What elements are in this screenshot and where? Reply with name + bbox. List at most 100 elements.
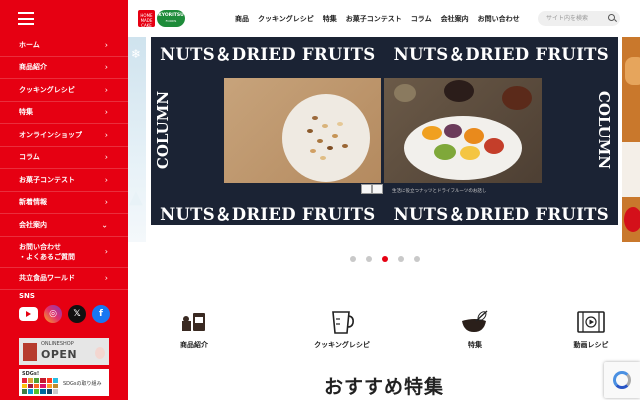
carousel-dot[interactable] xyxy=(350,256,356,262)
sidebar-item-column[interactable]: コラム › xyxy=(0,147,128,169)
instagram-icon[interactable]: ◎ xyxy=(44,305,62,323)
topnav-column[interactable]: コラム xyxy=(411,14,432,24)
fruit-plate xyxy=(404,116,522,180)
chevron-right-icon: › xyxy=(104,152,108,162)
sdgs-text: SDGsの取り組み xyxy=(63,381,102,387)
recaptcha-badge[interactable] xyxy=(604,362,640,398)
online-shop-banner[interactable]: ONLINESHOP OPEN xyxy=(19,338,109,365)
sidebar-item-features[interactable]: 特集 › xyxy=(0,102,128,124)
carousel-dots xyxy=(350,256,420,262)
hamburger-menu-icon[interactable] xyxy=(18,12,34,25)
facebook-icon[interactable]: f xyxy=(92,305,110,323)
topnav-products[interactable]: 商品 xyxy=(235,14,249,24)
sidebar-item-home[interactable]: ホーム › xyxy=(0,34,128,57)
category-label: クッキングレシピ xyxy=(314,341,370,349)
sidebar-item-online-shop[interactable]: オンラインショップ › xyxy=(0,124,128,147)
slide-caption: 生活に役立つナッツとドライフルーツのお話し xyxy=(392,189,487,194)
category-features[interactable]: 特集 xyxy=(435,309,515,350)
carousel-dot[interactable] xyxy=(414,256,420,262)
sidebar-item-recipes[interactable]: クッキングレシピ › xyxy=(0,79,128,102)
chevron-right-icon: › xyxy=(104,197,108,207)
logo-red-text: HOME MADE CAKE xyxy=(140,13,153,28)
category-products[interactable]: 商品紹介 xyxy=(154,309,234,350)
dried-fruits-photo xyxy=(384,78,542,183)
top-nav: 商品 クッキングレシピ 特集 お菓子コンテスト コラム 会社案内 お問い合わせ xyxy=(235,14,520,24)
search-icon[interactable] xyxy=(608,14,615,21)
carousel-prev-slide[interactable]: ❄ ▲ xyxy=(128,37,146,242)
tree-icon: ▲ xyxy=(129,187,143,208)
sdgs-goals-icon xyxy=(22,378,58,394)
video-film-icon xyxy=(576,309,606,335)
sdgs-banner[interactable]: SDGs! SDGsの取り組み xyxy=(19,369,109,396)
measuring-cup-icon xyxy=(327,309,357,335)
column-text: COLUMN xyxy=(595,90,614,170)
sidebar-item-world[interactable]: 共立食品ワールド › xyxy=(0,268,128,290)
chevron-down-icon[interactable]: ⌄ xyxy=(101,220,108,229)
sidebar-item-label: お問い合わせ ・よくあるご質問 xyxy=(19,242,75,261)
slide-headline-top: NUTS＆DRIED FRUITS NUTS＆DRIED FRUITS xyxy=(151,41,618,65)
headline-text: NUTS＆DRIED FRUITS xyxy=(160,205,376,224)
glass-image xyxy=(622,142,640,197)
column-text: COLUMN xyxy=(154,90,173,170)
sidebar-item-label: 特集 xyxy=(19,108,33,117)
logo-green-text: KYORITSU xyxy=(158,13,184,18)
chevron-right-icon: › xyxy=(104,40,108,50)
open-book-icon xyxy=(361,184,385,196)
chevron-right-icon: › xyxy=(104,246,108,256)
sidebar-item-label: 共立食品ワールド xyxy=(19,274,75,283)
headline-text: NUTS＆DRIED FRUITS xyxy=(393,205,609,224)
x-icon[interactable]: 𝕏 xyxy=(68,305,86,323)
carousel-dot[interactable] xyxy=(366,256,372,262)
sns-label: SNS xyxy=(19,292,35,300)
topnav-contest[interactable]: お菓子コンテスト xyxy=(346,14,402,24)
homemade-cake-logo[interactable]: HOME MADE CAKE xyxy=(138,10,155,28)
column-label-left: COLUMN xyxy=(153,85,173,175)
sidebar-item-contact[interactable]: お問い合わせ ・よくあるご質問 › xyxy=(0,237,128,268)
chevron-right-icon: › xyxy=(104,175,108,185)
chevron-right-icon: › xyxy=(104,85,108,95)
topnav-company[interactable]: 会社案内 xyxy=(441,14,469,24)
sidebar-item-label: お菓子コンテスト xyxy=(19,175,75,184)
banner-shop-small: ONLINESHOP xyxy=(41,341,74,347)
chevron-right-icon: › xyxy=(104,107,108,117)
headline-text: NUTS＆DRIED FRUITS xyxy=(160,45,376,64)
carousel-dot[interactable] xyxy=(398,256,404,262)
carousel-next-slide[interactable] xyxy=(622,37,640,242)
category-video-recipes[interactable]: 動画レシピ xyxy=(551,309,631,350)
carousel-dot-active[interactable] xyxy=(382,256,388,262)
topnav-features[interactable]: 特集 xyxy=(323,14,337,24)
topnav-recipes[interactable]: クッキングレシピ xyxy=(258,14,314,24)
sidebar-item-company[interactable]: 会社案内 ⌄ xyxy=(0,214,128,237)
sidebar-item-news[interactable]: 新着情報 › xyxy=(0,192,128,214)
search-input[interactable]: サイト内を検索 xyxy=(538,11,620,26)
nuts-photo xyxy=(224,78,381,183)
sidebar-item-label: 会社案内 xyxy=(19,220,47,229)
banner-shop-big: OPEN xyxy=(41,348,78,361)
category-label: 特集 xyxy=(468,341,482,349)
chevron-right-icon: › xyxy=(104,130,108,140)
youtube-icon[interactable] xyxy=(19,307,38,321)
column-label-right: COLUMN xyxy=(594,85,614,175)
sidebar-item-label: オンラインショップ xyxy=(19,130,82,139)
kyoritsu-logo[interactable]: KYORITSU FOODS xyxy=(157,10,185,27)
sidebar-item-contest[interactable]: お菓子コンテスト › xyxy=(0,169,128,192)
mascot-icon xyxy=(95,347,105,359)
sdgs-title: SDGs! xyxy=(22,371,40,377)
category-recipes[interactable]: クッキングレシピ xyxy=(302,309,382,350)
nuts-plate xyxy=(282,94,370,182)
sidebar-item-label: 商品紹介 xyxy=(19,63,47,72)
snowflake-icon: ❄ xyxy=(131,47,142,61)
sidebar-item-products[interactable]: 商品紹介 › xyxy=(0,57,128,79)
sidebar: ホーム › 商品紹介 › クッキングレシピ › 特集 › オンラインショップ › コラム ›… xyxy=(0,0,128,400)
topnav-contact[interactable]: お問い合わせ xyxy=(478,14,520,24)
top-header: HOME MADE CAKE KYORITSU FOODS 商品 クッキングレシピ… xyxy=(128,0,640,37)
category-label: 商品紹介 xyxy=(180,341,208,349)
gift-box-icon xyxy=(23,343,37,361)
food-image xyxy=(625,57,640,85)
slide-headline-bottom: NUTS＆DRIED FRUITS NUTS＆DRIED FRUITS xyxy=(151,201,618,225)
hero-slide[interactable]: NUTS＆DRIED FRUITS NUTS＆DRIED FRUITS COLU… xyxy=(151,37,618,225)
sidebar-item-label: 新着情報 xyxy=(19,198,47,207)
whisk-bowl-icon xyxy=(460,309,490,335)
chevron-right-icon: › xyxy=(104,62,108,72)
headline-text: NUTS＆DRIED FRUITS xyxy=(393,45,609,64)
